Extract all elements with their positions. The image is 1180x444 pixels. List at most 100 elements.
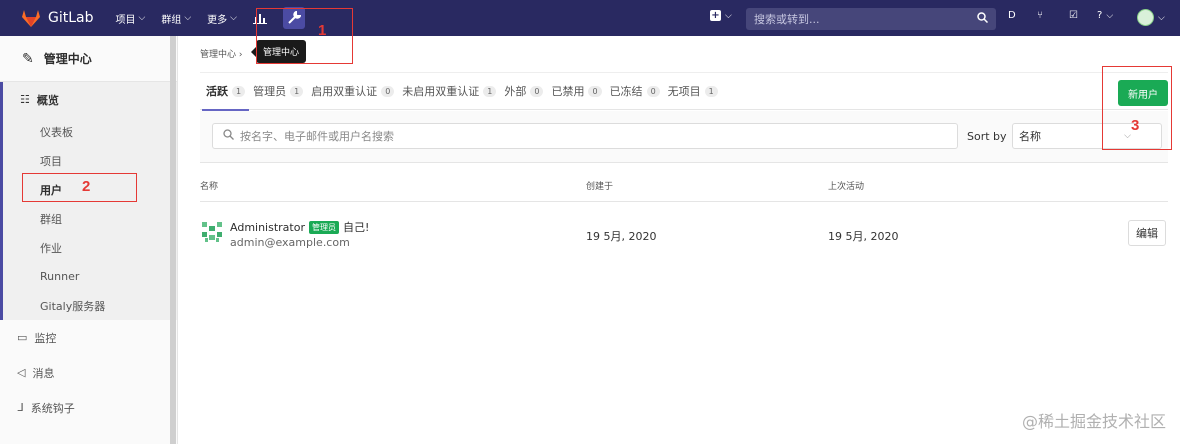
- sidebar-item-label: Gitaly服务器: [40, 299, 106, 313]
- plus-square-icon: +: [710, 10, 721, 21]
- edit-user-button[interactable]: 编辑: [1128, 220, 1166, 246]
- sidebar-item-messages[interactable]: ◁ 消息: [0, 355, 177, 390]
- wrench-icon: ✎: [22, 50, 34, 67]
- nav-projects-dropdown[interactable]: 项目 ⌵: [116, 11, 146, 26]
- tab-2fa-enabled[interactable]: 启用双重认证 0: [311, 72, 395, 110]
- tab-count-badge: 1: [483, 85, 497, 97]
- tab-label: 管理员: [253, 85, 287, 98]
- todos-button[interactable]: ☑: [1069, 10, 1078, 21]
- last-activity-date: 19 5月, 2020: [828, 230, 899, 243]
- column-header-name: 名称: [200, 182, 219, 192]
- search-placeholder: 按名字、电子邮件或用户名搜索: [240, 130, 394, 143]
- tab-external[interactable]: 外部 0: [504, 72, 544, 110]
- sidebar-header-title: 管理中心: [43, 52, 92, 66]
- help-icon: ?: [1097, 10, 1103, 21]
- tab-count-badge: 0: [588, 85, 602, 97]
- tab-count-badge: 1: [290, 85, 304, 97]
- sidebar-item-label: 概览: [36, 93, 59, 107]
- nav-projects-label: 项目: [115, 14, 136, 26]
- monitor-icon: ▭: [17, 331, 28, 344]
- user-name-link[interactable]: Administrator: [230, 221, 305, 234]
- user-filter-tabs: 活跃 1 管理员 1 启用双重认证 0 未启用双重认证 1 外部 0 已禁用 0 已冻结 0 …: [200, 72, 1168, 111]
- user-search-input[interactable]: 按名字、电子邮件或用户名搜索: [212, 123, 958, 149]
- chevron-down-icon: ⌵: [1106, 10, 1114, 21]
- sidebar-header[interactable]: ✎ 管理中心: [0, 36, 177, 82]
- sidebar-item-runner[interactable]: Runner: [3, 262, 177, 291]
- tab-label: 外部: [504, 85, 527, 98]
- sidebar-item-label: Runner: [40, 270, 80, 283]
- search-icon: [223, 129, 234, 143]
- tab-count-badge: 0: [381, 85, 395, 97]
- sidebar-item-overview[interactable]: ☷ 概览: [3, 82, 177, 117]
- user-menu-dropdown[interactable]: ⌵: [1137, 9, 1165, 26]
- grid-icon: ☷: [20, 93, 30, 106]
- sidebar: ✎ 管理中心 ☷ 概览 仪表板 项目 用户 群组 作业 Runner Gital…: [0, 36, 178, 444]
- search-placeholder: 搜索或转到...: [754, 13, 820, 26]
- tab-count-badge: 0: [646, 85, 660, 97]
- user-avatar[interactable]: [200, 220, 224, 247]
- nav-groups-label: 群组: [161, 14, 182, 26]
- megaphone-icon: ◁: [17, 366, 26, 379]
- sidebar-item-label: 项目: [40, 154, 62, 168]
- annotation-box-1: [256, 8, 353, 64]
- annotation-label-2: 2: [82, 178, 91, 195]
- sidebar-item-monitoring[interactable]: ▭ 监控: [0, 320, 177, 355]
- chevron-down-icon: ⌵: [1158, 12, 1165, 23]
- chevron-down-icon: ⌵: [725, 10, 732, 21]
- gitlab-fox-icon: [22, 9, 40, 27]
- sidebar-item-jobs[interactable]: 作业: [3, 233, 177, 262]
- tab-blocked[interactable]: 已禁用 0: [551, 72, 602, 110]
- filter-bar: 按名字、电子邮件或用户名搜索 Sort by 名称 ⌵: [200, 111, 1168, 163]
- new-item-dropdown[interactable]: + ⌵: [710, 10, 732, 21]
- annotation-box-3: [1102, 66, 1172, 150]
- help-dropdown[interactable]: ? ⌵: [1097, 10, 1113, 21]
- todo-icon: ☑: [1069, 10, 1078, 21]
- tab-without-projects[interactable]: 无项目 1: [668, 72, 718, 110]
- sidebar-item-label: 仪表板: [40, 125, 73, 139]
- nav-more-dropdown[interactable]: 更多 ⌵: [207, 11, 237, 26]
- merge-request-icon: ⑂: [1037, 10, 1043, 21]
- sidebar-item-label: 消息: [32, 366, 55, 380]
- sidebar-item-gitaly[interactable]: Gitaly服务器: [3, 291, 177, 320]
- tab-label: 已冻结: [609, 85, 643, 98]
- annotation-box-2: [22, 173, 137, 202]
- search-icon: [977, 12, 989, 26]
- tab-label: 已禁用: [551, 85, 585, 98]
- sidebar-item-system-hooks[interactable]: ᒧ 系统钩子: [0, 390, 177, 425]
- table-row: Administrator 管理员 自己! admin@example.com …: [200, 202, 1168, 262]
- tab-2fa-disabled[interactable]: 未启用双重认证 1: [402, 72, 497, 110]
- user-name-line: Administrator 管理员 自己!: [230, 219, 369, 235]
- user-email: admin@example.com: [230, 236, 350, 249]
- tab-deactivated[interactable]: 已冻结 0: [610, 72, 660, 110]
- tab-count-badge: 1: [704, 85, 718, 97]
- breadcrumb[interactable]: 管理中心 ›: [200, 47, 242, 60]
- tab-active[interactable]: 活跃 1: [201, 72, 250, 111]
- chevron-down-icon: ⌵: [230, 13, 237, 23]
- sidebar-scrollbar[interactable]: [170, 36, 176, 444]
- issues-icon: D: [1008, 10, 1016, 21]
- self-label: 自己!: [343, 221, 370, 234]
- sidebar-item-label: 作业: [40, 241, 62, 255]
- sidebar-item-label: 群组: [40, 212, 62, 226]
- global-search-input[interactable]: 搜索或转到...: [746, 8, 996, 30]
- sort-label: Sort by: [967, 130, 1007, 143]
- top-navbar: GitLab 项目 ⌵ 群组 ⌵ 更多 ⌵ 搜索或转到... + ⌵ D ⑂ ☑ ? ⌵ …: [0, 0, 1180, 36]
- sidebar-item-label: 监控: [34, 331, 57, 345]
- sidebar-item-dashboard[interactable]: 仪表板: [3, 117, 177, 146]
- merge-requests-button[interactable]: ⑂: [1037, 10, 1043, 21]
- nav-more-label: 更多: [207, 14, 228, 26]
- watermark: @稀土掘金技术社区: [1021, 412, 1166, 431]
- sidebar-item-projects[interactable]: 项目: [3, 146, 177, 175]
- chevron-down-icon: ⌵: [184, 13, 192, 23]
- annotation-label-1: 1: [318, 22, 327, 39]
- sidebar-item-groups[interactable]: 群组: [3, 204, 177, 233]
- gitlab-logo[interactable]: GitLab: [22, 9, 94, 27]
- nav-groups-dropdown[interactable]: 群组 ⌵: [161, 11, 191, 26]
- brand-name: GitLab: [48, 10, 94, 26]
- issues-button[interactable]: D: [1008, 10, 1016, 21]
- identicon-icon: [200, 220, 224, 244]
- sidebar-item-label: 系统钩子: [30, 401, 75, 415]
- annotation-label-3: 3: [1131, 117, 1140, 134]
- tab-admins[interactable]: 管理员 1: [253, 72, 304, 110]
- tab-label: 启用双重认证: [311, 85, 378, 98]
